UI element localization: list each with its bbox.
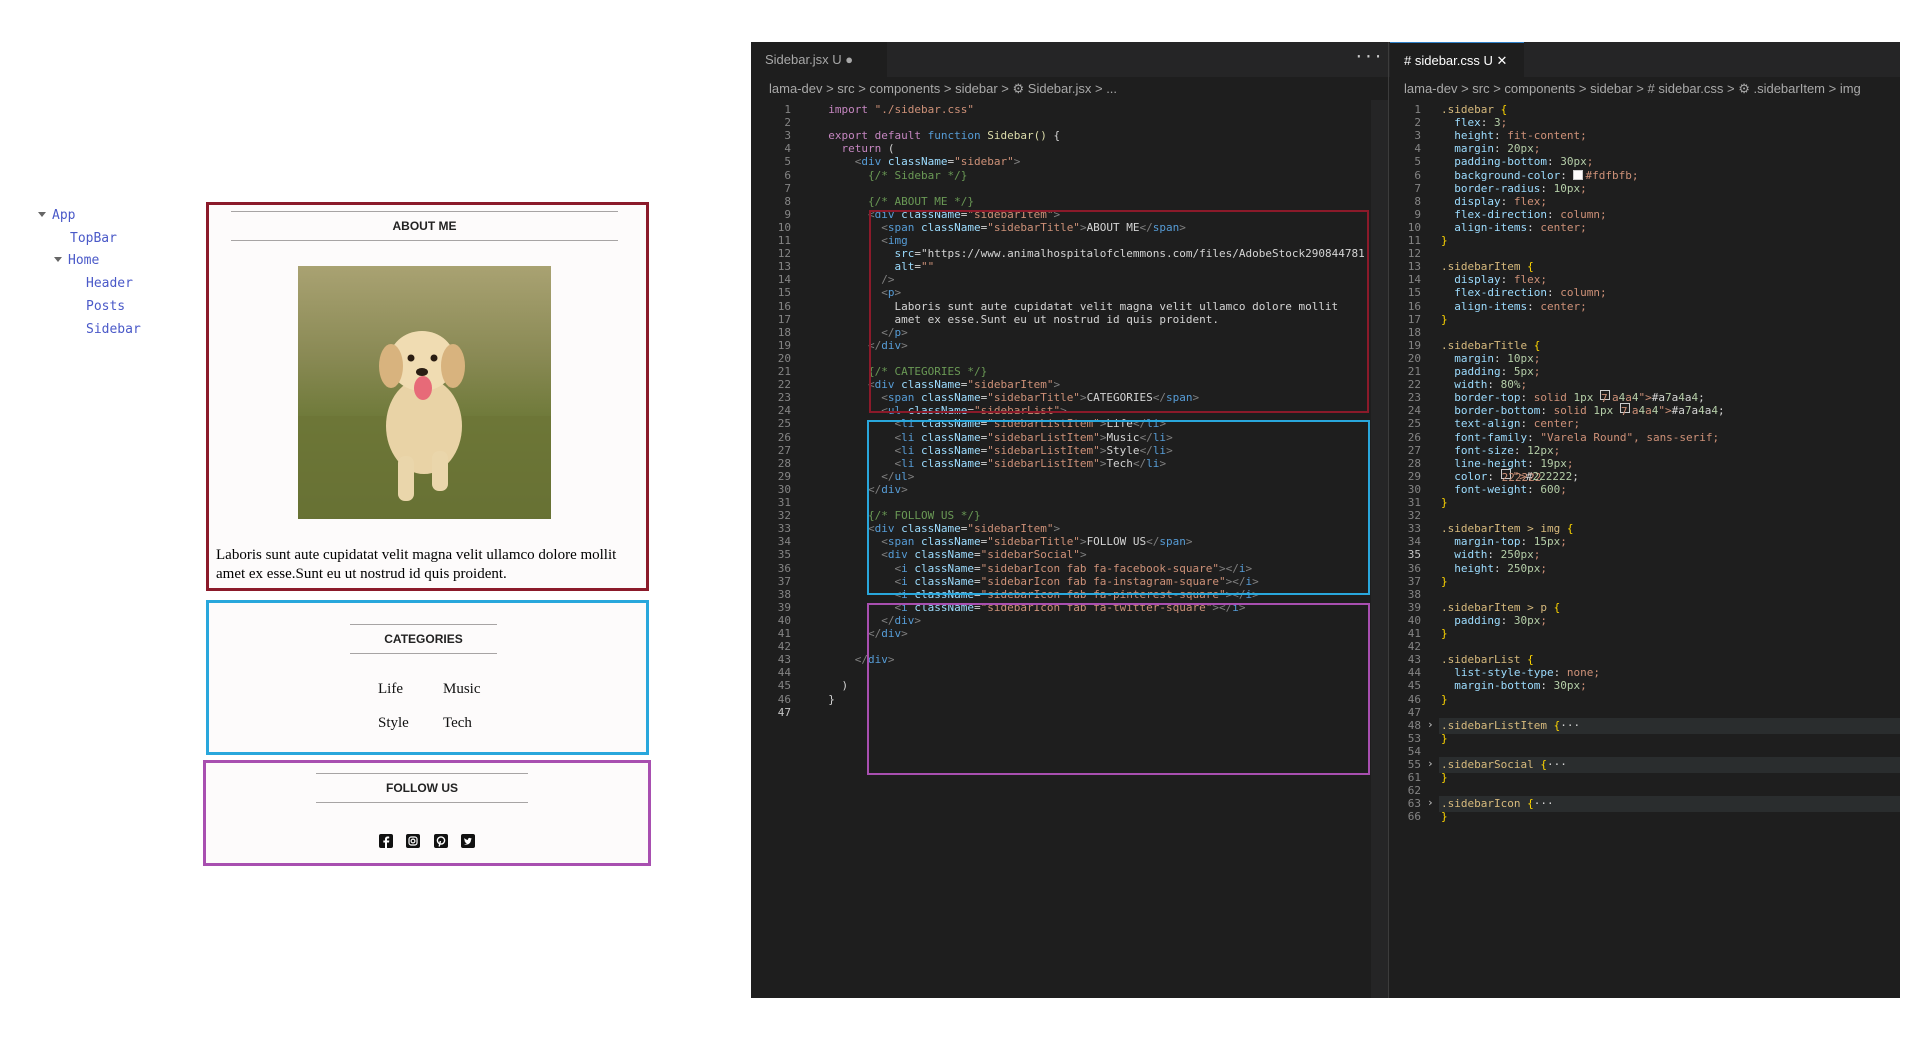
about-me-title: ABOUT ME	[231, 211, 618, 241]
instagram-square-icon[interactable]	[406, 833, 421, 848]
puppy-image	[298, 266, 551, 519]
caret-down-icon[interactable]	[54, 257, 62, 263]
social-icons	[206, 829, 648, 848]
color-swatch-icon[interactable]: 222222	[1500, 468, 1541, 484]
code-text: align-items: center;	[1454, 220, 1587, 234]
code-text: {/* Sidebar */}	[815, 168, 968, 182]
category-tech[interactable]: Tech	[443, 715, 472, 732]
editor-tab-bar: Sidebar.jsx U ● ··· # sidebar.css U ✕	[751, 42, 1900, 77]
puppy-photo-icon	[298, 266, 551, 519]
code-text: font-weight: 600;	[1454, 482, 1567, 496]
chevron-right-icon[interactable]: ›	[1427, 796, 1434, 809]
more-actions-icon[interactable]: ···	[1354, 42, 1383, 72]
categories-section: CATEGORIES Life Music Style Tech	[206, 600, 649, 755]
line-number: 66	[1407, 810, 1421, 824]
tree-node-header[interactable]: Header	[38, 273, 141, 296]
color-swatch-icon[interactable]	[1573, 169, 1584, 180]
tab-sidebar-css[interactable]: # sidebar.css U ✕	[1390, 42, 1524, 77]
categories-title: CATEGORIES	[350, 624, 497, 654]
minimap[interactable]	[1371, 100, 1388, 998]
facebook-square-icon[interactable]	[379, 833, 394, 848]
tree-node-posts[interactable]: Posts	[38, 296, 141, 319]
code-text: }	[1441, 771, 1448, 785]
code-line[interactable]: 47	[751, 705, 791, 721]
code-text: }	[815, 692, 835, 706]
code-text: height: 250px;	[1454, 561, 1547, 575]
code-text: }	[1441, 692, 1448, 706]
category-style[interactable]: Style	[378, 715, 409, 732]
code-text: .sidebarListItem {···	[1441, 718, 1581, 732]
code-text: }	[1441, 234, 1448, 247]
follow-us-section: FOLLOW US	[203, 760, 651, 866]
pinterest-square-icon[interactable]	[433, 833, 448, 848]
code-text: </div>	[854, 653, 895, 667]
code-text: margin-bottom: 30px;	[1454, 679, 1587, 693]
code-editor: Sidebar.jsx U ● ··· # sidebar.css U ✕ la…	[751, 42, 1900, 998]
category-life[interactable]: Life	[378, 681, 403, 698]
code-text: }	[1441, 731, 1448, 745]
code-text: .sidebarSocial {···	[1441, 758, 1567, 771]
about-me-text: Laboris sunt aute cupidatat velit magna …	[216, 547, 617, 582]
category-music[interactable]: Music	[443, 681, 481, 698]
code-text: }	[1441, 810, 1448, 824]
editor-pane-css[interactable]: 1 .sidebar {2 flex: 3; 3 height: fit-conte…	[1389, 100, 1900, 998]
code-text: }	[1441, 574, 1448, 588]
tree-node-topbar[interactable]: TopBar	[38, 228, 141, 251]
code-text: </div>	[867, 482, 908, 496]
about-me-section: ABOUT ME Laboris sunt aute cupidatat vel…	[206, 202, 649, 591]
follow-us-title: FOLLOW US	[316, 773, 528, 803]
breadcrumb-right[interactable]: lama-dev > src > components > sidebar > …	[1404, 81, 1861, 97]
twitter-square-icon[interactable]	[460, 833, 475, 848]
caret-down-icon[interactable]	[38, 212, 46, 217]
line-number: 47	[777, 705, 791, 719]
editor-pane-jsx[interactable]: 1 import "./sidebar.css" 2 3 export defaul…	[751, 100, 1388, 998]
tree-node-app[interactable]: App	[38, 205, 141, 228]
component-tree: App TopBar Home Header Posts Sidebar	[38, 205, 141, 341]
code-text: }	[1441, 496, 1448, 509]
code-text: .sidebarIcon {···	[1441, 797, 1554, 811]
chevron-right-icon[interactable]: ›	[1427, 757, 1434, 770]
code-text: align-items: center;	[1454, 299, 1587, 313]
tree-node-sidebar[interactable]: Sidebar	[38, 319, 141, 342]
code-text: </div>	[867, 627, 908, 640]
tab-sidebar-jsx[interactable]: Sidebar.jsx U ●	[751, 42, 887, 77]
tree-node-home[interactable]: Home	[38, 250, 141, 273]
code-text: padding: 30px;	[1454, 613, 1547, 627]
code-line[interactable]: 66}	[1389, 809, 1448, 825]
color-swatch-icon[interactable]: 7	[1599, 390, 1610, 405]
chevron-right-icon[interactable]: ›	[1427, 718, 1434, 731]
code-text: }	[1441, 312, 1448, 326]
code-text: </div>	[867, 338, 908, 352]
color-swatch-icon[interactable]: 7	[1619, 403, 1630, 418]
breadcrumb-left[interactable]: lama-dev > src > components > sidebar > …	[769, 81, 1117, 97]
code-text: }	[1441, 627, 1448, 640]
code-text: import "./sidebar.css"	[828, 103, 974, 116]
